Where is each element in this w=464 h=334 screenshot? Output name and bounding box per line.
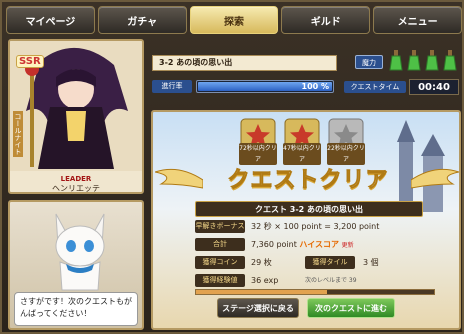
mana-label: 魔力 xyxy=(355,55,383,69)
nav-guild-button[interactable]: ギルド xyxy=(281,6,371,34)
medal-3: 22秒以内クリア xyxy=(327,117,365,165)
clear-medals: 72秒以内クリア 47秒以内クリア 22秒以内クリア xyxy=(239,117,369,165)
leader-label: LEADER xyxy=(60,175,92,183)
potion-icon xyxy=(407,50,421,71)
row-label: 合計 xyxy=(195,238,245,251)
potion-icon xyxy=(425,50,439,71)
row-label: 早解きボーナス xyxy=(195,220,245,233)
quest-clear-banner: クエストクリア xyxy=(227,168,389,194)
back-to-stage-select-button[interactable]: ステージ選択に戻る xyxy=(217,298,299,318)
potion-icon xyxy=(389,50,403,71)
row-label: 獲得タイル xyxy=(305,256,355,269)
medal-1: 72秒以内クリア xyxy=(239,117,277,165)
nav-gacha-button[interactable]: ガチャ xyxy=(97,6,187,34)
companion-panel: さすがです！次のクエストもがんばってください！ xyxy=(8,200,144,330)
medal-label: 22秒以内クリア xyxy=(327,143,365,165)
card-side-label: コールナイト xyxy=(13,111,23,157)
medal-label: 72秒以内クリア xyxy=(239,143,277,165)
result-rows: 早解きボーナス 32 秒 × 100 point = 3,200 point 合… xyxy=(195,220,435,299)
next-quest-button[interactable]: 次のクエストに進む xyxy=(307,298,395,318)
progress-label: 進行率 xyxy=(152,80,192,93)
nav-menu-button[interactable]: メニュー xyxy=(373,6,462,34)
exp-row: 獲得経験値 36 exp 次のレベルまで 39 xyxy=(195,274,435,296)
quest-name-bar: 3-2 あの頃の思い出 xyxy=(152,55,337,71)
progress-percent: 100 % xyxy=(301,82,330,91)
leader-card[interactable]: SSR コールナイト LEADER ヘンリエッテ xyxy=(8,39,144,194)
quest-time-label: クエストタイム xyxy=(344,81,406,93)
medal-label: 47秒以内クリア xyxy=(283,143,321,165)
cat-mascot-icon xyxy=(55,213,105,291)
row-value: 7,360 point ハイスコア 更新 xyxy=(251,238,354,252)
row-label: 獲得経験値 xyxy=(195,274,245,287)
exp-bar-fill xyxy=(196,290,327,294)
progress-bar: 100 % xyxy=(196,80,334,93)
row-label: 獲得コイン xyxy=(195,256,245,269)
game-screen: マイページ ガチャ 探索 ギルド メニュー SSR コールナイト LEADER … xyxy=(0,0,464,334)
hiscore-label: ハイスコア xyxy=(299,240,340,249)
mana-potions xyxy=(388,50,460,72)
row-value: 32 秒 × 100 point = 3,200 point xyxy=(251,222,380,231)
nav-explore-button[interactable]: 探索 xyxy=(189,6,279,34)
row-value: 29 枚 xyxy=(251,258,272,267)
row-value: 36 exp xyxy=(251,276,279,285)
exp-bar xyxy=(195,289,435,295)
result-quest-title: クエスト 3-2 あの頃の思い出 xyxy=(195,201,423,217)
quest-result-panel: 72秒以内クリア 47秒以内クリア 22秒以内クリア クエストクリア クエスト … xyxy=(151,110,461,330)
hiscore-badge: 更新 xyxy=(341,242,354,249)
character-name: ヘンリエッテ xyxy=(52,184,100,193)
main-nav: マイページ ガチャ 探索 ギルド メニュー xyxy=(6,6,462,34)
potion-icon xyxy=(443,50,457,71)
coin-tile-row: 獲得コイン 29 枚 獲得タイル 3 個 xyxy=(195,256,435,271)
row-value: 3 個 xyxy=(363,258,379,267)
nav-mypage-button[interactable]: マイページ xyxy=(6,6,95,34)
quest-time-value: 00:40 xyxy=(409,79,459,95)
exp-next-label: 次のレベルまで 39 xyxy=(305,277,357,284)
companion-message: さすがです！次のクエストもがんばってください！ xyxy=(14,292,138,326)
total-value: 7,360 point xyxy=(251,240,297,249)
time-bonus-row: 早解きボーナス 32 秒 × 100 point = 3,200 point xyxy=(195,220,435,235)
total-row: 合計 7,360 point ハイスコア 更新 xyxy=(195,238,435,253)
medal-2: 47秒以内クリア xyxy=(283,117,321,165)
rarity-badge: SSR xyxy=(16,55,44,68)
